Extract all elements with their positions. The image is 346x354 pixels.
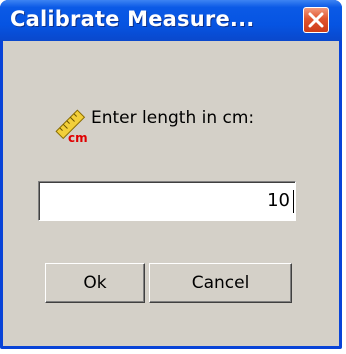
cancel-button-label: Cancel xyxy=(191,273,250,293)
cancel-button[interactable]: Cancel xyxy=(149,263,292,303)
title-bar[interactable]: Calibrate Measure... xyxy=(0,0,342,41)
length-prompt-label: Enter length in cm: xyxy=(91,108,255,128)
ok-button[interactable]: Ok xyxy=(45,263,145,303)
ok-button-label: Ok xyxy=(83,273,107,293)
ruler-cm-icon: cm xyxy=(55,109,88,143)
dialog-title: Calibrate Measure... xyxy=(10,7,255,31)
length-input[interactable]: 10 xyxy=(38,181,296,221)
close-icon xyxy=(308,12,324,28)
calibrate-dialog: Calibrate Measure... cm Enter length in … xyxy=(0,0,342,349)
close-button[interactable] xyxy=(303,7,329,33)
dialog-body: cm Enter length in cm: 10 Ok Cancel xyxy=(3,41,339,346)
icon-cm-label: cm xyxy=(68,131,88,143)
length-input-value: 10 xyxy=(267,190,290,211)
text-caret xyxy=(293,190,294,213)
